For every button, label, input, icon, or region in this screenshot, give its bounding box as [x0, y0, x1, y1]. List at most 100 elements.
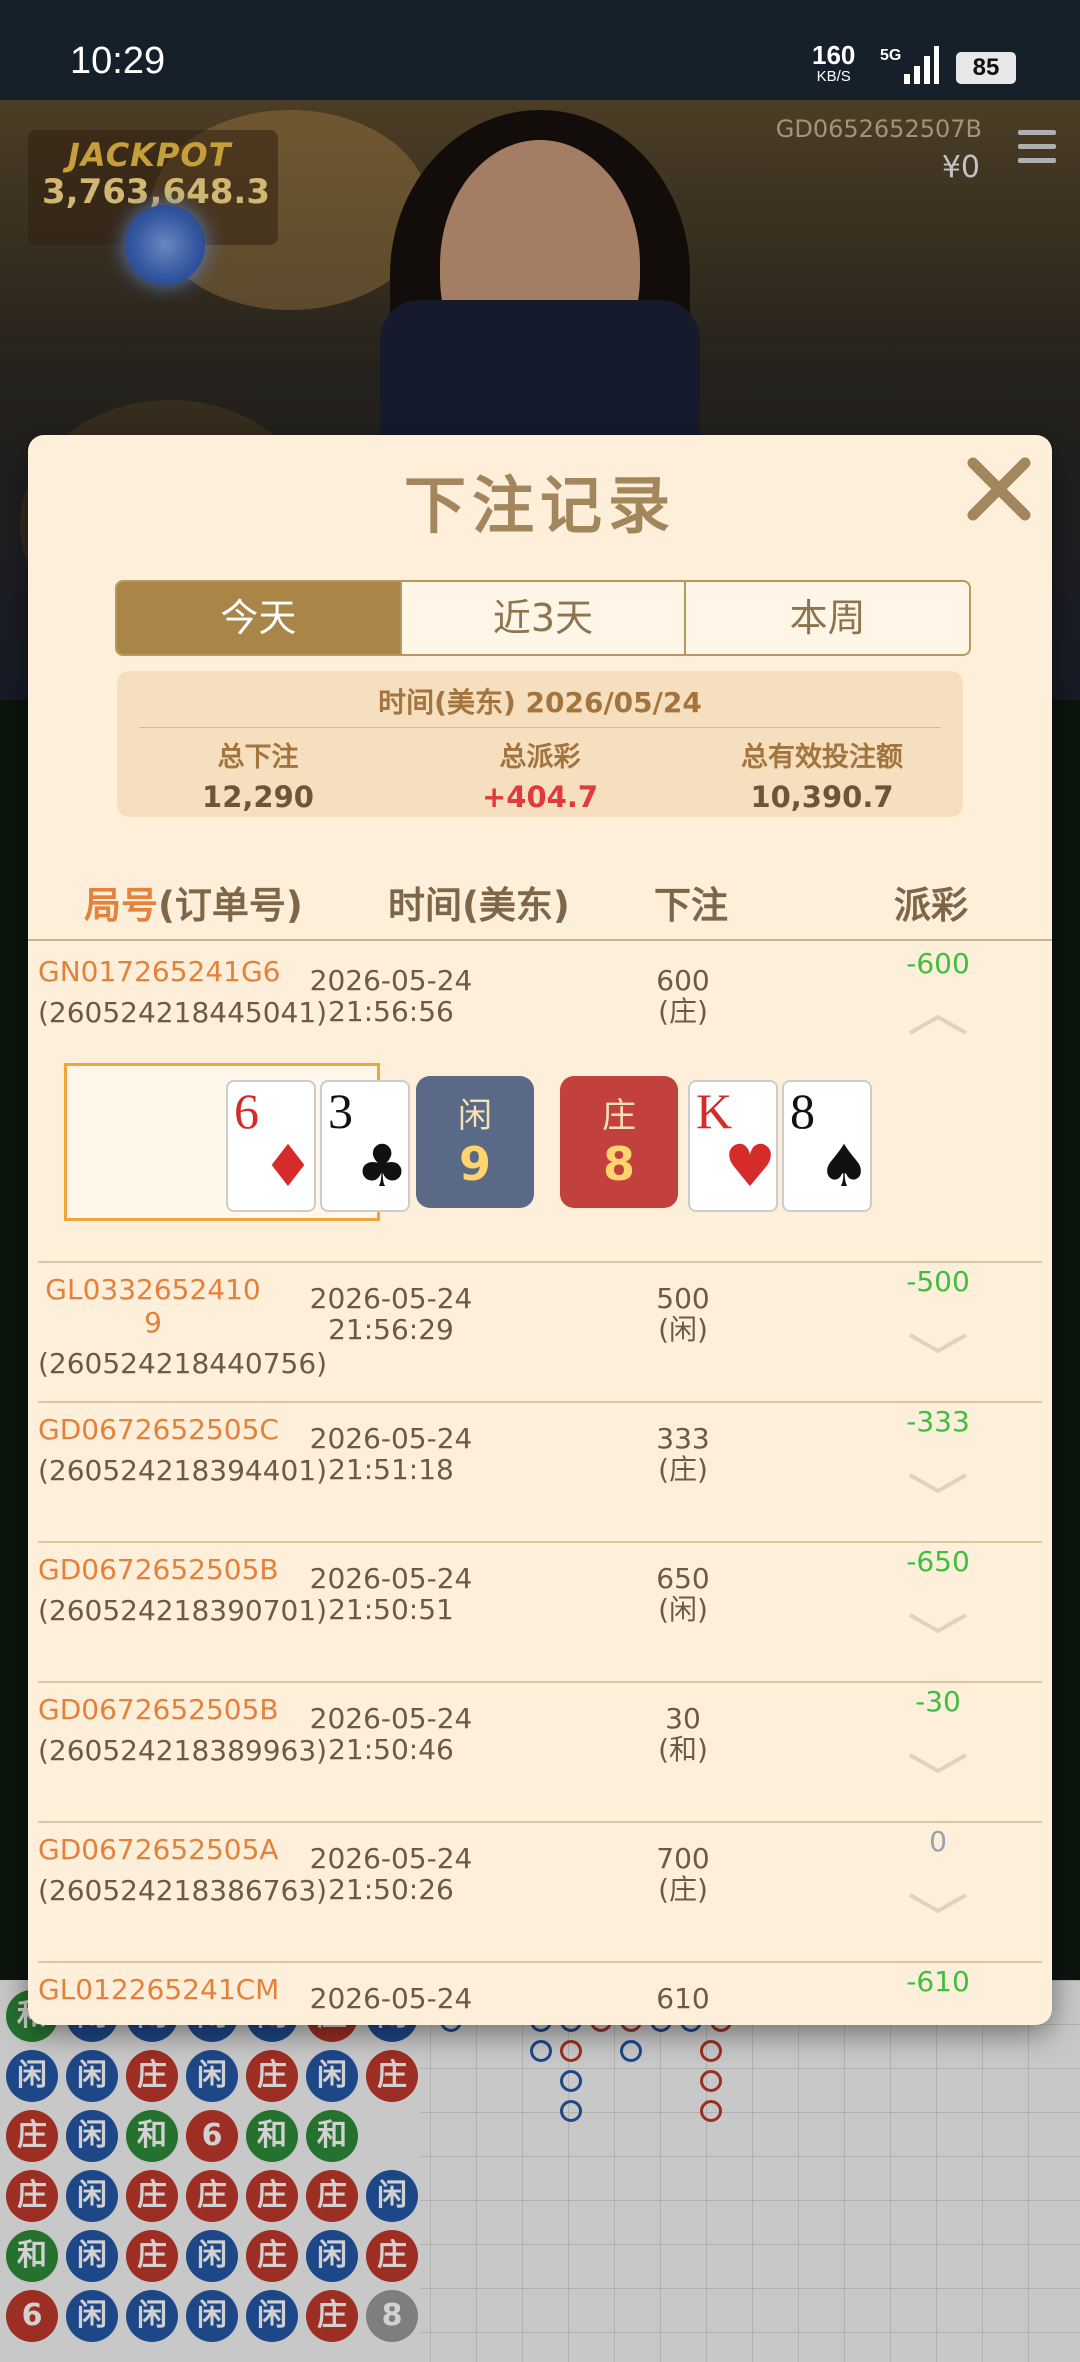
game-id: GD0672652505C	[38, 1413, 279, 1446]
table-row[interactable]: GL0332652410 9 (260524218440756) 2026-05-2…	[38, 1261, 1042, 1403]
bet-ids: GD0672652505C (260524218394401)	[38, 1413, 327, 1487]
column-header-time: 时间(美东)	[388, 884, 570, 927]
bet-value: 500	[656, 1282, 710, 1315]
card-suit: ♥	[724, 1132, 776, 1200]
chevron-down-icon[interactable]	[908, 1751, 968, 1775]
summary-panel: 时间(美东) 2026/05/24 总下注 12,290 总派彩 +404.7 …	[117, 671, 963, 817]
bet-clock: 21:50:51	[328, 1593, 454, 1626]
bet-clock: 21:50:26	[328, 1873, 454, 1906]
bet-side: (庄)	[658, 995, 708, 1028]
order-id: (260524218445041)	[38, 996, 328, 1029]
player-card: 3 ♣	[320, 1080, 410, 1212]
game-id: GN017265241G6	[38, 955, 281, 988]
bet-history-modal: 下注记录 今天 近3天 本周 时间(美东) 2026/05/24 总下注 12,…	[28, 435, 1052, 2025]
bet-date: 2026-05-24	[309, 1562, 473, 1595]
total-bet: 总下注 12,290	[202, 742, 314, 814]
table-row[interactable]: GL012265241CM 2026-05-24 610 -610	[38, 1961, 1042, 2025]
tab-today[interactable]: 今天	[117, 582, 402, 654]
bet-clock: 21:56:29	[328, 1313, 454, 1346]
bet-value: 333	[656, 1422, 710, 1455]
bet-amount: 500 (闲)	[628, 1283, 738, 1345]
bet-amount: 600 (庄)	[628, 965, 738, 1027]
tab-this-week[interactable]: 本周	[686, 582, 969, 654]
svg-text:5G: 5G	[880, 47, 901, 64]
modal-title: 下注记录	[403, 469, 676, 542]
table-row[interactable]: GD0672652505B (260524218389963) 2026-05-24…	[38, 1681, 1042, 1823]
order-id: (260524218389963)	[38, 1734, 328, 1767]
bet-value: 700	[656, 1842, 710, 1875]
chevron-down-icon[interactable]	[908, 1471, 968, 1495]
bet-value: 610	[656, 1982, 710, 2015]
card-rank: 3	[328, 1083, 353, 1139]
game-id: GD0672652505A	[38, 1833, 279, 1866]
bet-time: 2026-05-24 21:56:29	[266, 1283, 516, 1345]
bet-time: 2026-05-24 21:50:26	[266, 1843, 516, 1905]
date-range-tabs: 今天 近3天 本周	[115, 580, 971, 656]
card-rank: 8	[790, 1083, 815, 1139]
card-rank: 6	[234, 1083, 259, 1139]
bet-value: 650	[656, 1562, 710, 1595]
bet-side: (闲)	[658, 1313, 708, 1346]
player-label: 闲	[458, 1096, 492, 1136]
bet-amount: 700 (庄)	[628, 1843, 738, 1905]
chevron-down-icon[interactable]	[908, 1611, 968, 1635]
summary-date: 时间(美东) 2026/05/24	[378, 686, 702, 719]
bet-side: (庄)	[658, 1873, 708, 1906]
bet-ids: GN017265241G6 (260524218445041)	[38, 955, 328, 1029]
bet-date: 2026-05-24	[309, 1842, 473, 1875]
bet-date: 2026-05-24	[309, 1702, 473, 1735]
banker-label: 庄	[602, 1096, 636, 1136]
order-id: (260524218440756)	[38, 1347, 328, 1380]
banker-card: K ♥	[688, 1080, 778, 1212]
clock: 10:29	[70, 40, 166, 82]
bet-date: 2026-05-24	[309, 964, 473, 997]
game-id: GL0332652410 9	[45, 1273, 261, 1339]
payout-value: -600	[906, 947, 970, 980]
chevron-down-icon[interactable]	[908, 1891, 968, 1915]
bet-ids: GD0672652505B (260524218390701)	[38, 1553, 328, 1627]
player-card: 6 ♦	[226, 1080, 316, 1212]
banker-score: 8	[602, 1137, 635, 1191]
tab-3-days[interactable]: 近3天	[402, 582, 687, 654]
bet-time: 2026-05-24 21:51:18	[266, 1423, 516, 1485]
payout-value: -30	[915, 1685, 961, 1718]
bet-time: 2026-05-24	[266, 1983, 516, 2014]
bet-date: 2026-05-24	[309, 1982, 473, 2015]
signal-icon: 5G	[880, 46, 939, 84]
status-bar: 10:29 160 KB/S 5G 85	[0, 0, 1080, 100]
card-suit: ♠	[818, 1132, 870, 1200]
bet-side: (庄)	[658, 1453, 708, 1486]
close-icon[interactable]	[963, 453, 1035, 525]
player-score: 9	[458, 1137, 491, 1191]
speed-unit: KB/S	[816, 68, 851, 85]
game-id: GD0672652505B	[38, 1693, 279, 1726]
bet-ids: GD0672652505A (260524218386763)	[38, 1833, 327, 1907]
table-row[interactable]: GD0672652505B (260524218390701) 2026-05-24…	[38, 1541, 1042, 1683]
bet-amount: 610	[628, 1983, 738, 2014]
payout-value: 0	[929, 1825, 947, 1858]
bet-amount: 30 (和)	[628, 1703, 738, 1765]
bet-amount: 333 (庄)	[628, 1423, 738, 1485]
chevron-up-icon[interactable]	[908, 1013, 968, 1037]
bet-date: 2026-05-24	[309, 1282, 473, 1315]
bet-clock: 21:56:56	[328, 995, 454, 1028]
payout-value: -650	[906, 1545, 970, 1578]
bet-side: (闲)	[658, 1593, 708, 1626]
card-suit: ♦	[262, 1132, 314, 1200]
card-suit: ♣	[356, 1132, 408, 1200]
table-row[interactable]: GD0672652505C (260524218394401) 2026-05-24…	[38, 1401, 1042, 1543]
bet-time: 2026-05-24 21:50:51	[266, 1563, 516, 1625]
chevron-down-icon[interactable]	[908, 1331, 968, 1355]
order-id: (260524218390701)	[38, 1594, 328, 1627]
bet-ids: GL0332652410 9 (260524218440756)	[38, 1273, 328, 1380]
bet-ids: GL012265241CM	[38, 1973, 279, 2014]
bet-date: 2026-05-24	[309, 1422, 473, 1455]
game-id: GD0672652505B	[38, 1553, 279, 1586]
bet-clock: 21:51:18	[328, 1453, 454, 1486]
banker-card: 8 ♠	[782, 1080, 872, 1212]
payout-value: -333	[906, 1405, 970, 1438]
payout-value: -610	[906, 1965, 970, 1998]
table-row[interactable]: GD0672652505A (260524218386763) 2026-05-24…	[38, 1821, 1042, 1963]
network-speed: 160 KB/S	[812, 42, 855, 88]
column-header-payout: 派彩	[894, 884, 968, 927]
